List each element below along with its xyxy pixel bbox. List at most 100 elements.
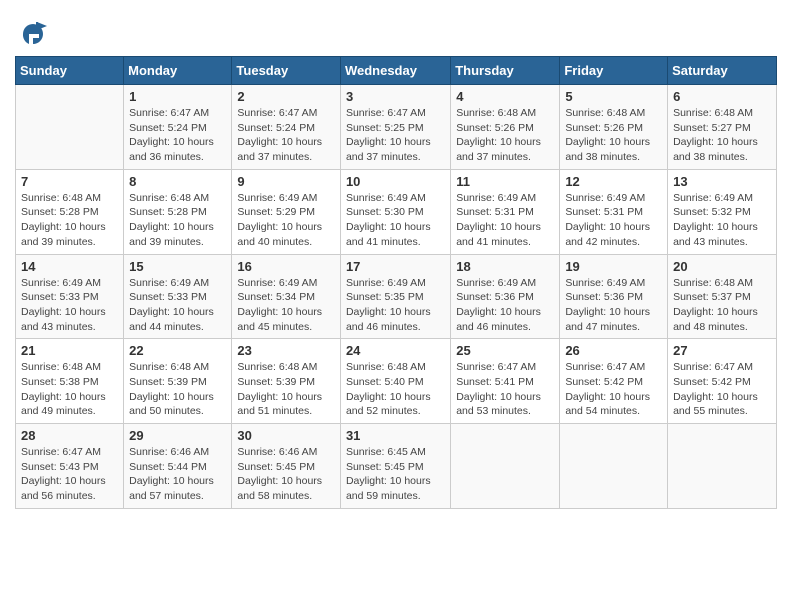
day-number: 23 [237,343,335,358]
header-day-tuesday: Tuesday [232,57,341,85]
calendar-cell: 15 Sunrise: 6:49 AM Sunset: 5:33 PM Dayli… [124,254,232,339]
day-number: 10 [346,174,445,189]
day-number: 15 [129,259,226,274]
day-number: 20 [673,259,771,274]
day-number: 18 [456,259,554,274]
calendar-cell: 14Sunrise: 6:49 AM Sunset: 5:33 PM Dayli… [16,254,124,339]
day-number: 29 [129,428,226,443]
day-number: 28 [21,428,118,443]
calendar-cell: 23 Sunrise: 6:48 AM Sunset: 5:39 PM Dayli… [232,339,341,424]
calendar-cell: 6Sunrise: 6:48 AM Sunset: 5:27 PM Daylig… [668,85,777,170]
header-day-thursday: Thursday [451,57,560,85]
calendar-cell: 18 Sunrise: 6:49 AM Sunset: 5:36 PM Dayli… [451,254,560,339]
calendar-cell: 24 Sunrise: 6:48 AM Sunset: 5:40 PM Dayli… [340,339,450,424]
calendar-cell: 20 Sunrise: 6:48 AM Sunset: 5:37 PM Dayli… [668,254,777,339]
calendar-header-row: SundayMondayTuesdayWednesdayThursdayFrid… [16,57,777,85]
calendar-cell: 3 Sunrise: 6:47 AM Sunset: 5:25 PM Daylig… [340,85,450,170]
day-number: 9 [237,174,335,189]
day-number: 3 [346,89,445,104]
day-info: Sunrise: 6:47 AM Sunset: 5:42 PM Dayligh… [565,360,662,419]
day-info: Sunrise: 6:49 AM Sunset: 5:30 PM Dayligh… [346,191,445,250]
header-day-wednesday: Wednesday [340,57,450,85]
logo [15,16,55,52]
day-info: Sunrise: 6:46 AM Sunset: 5:45 PM Dayligh… [237,445,335,504]
day-info: Sunrise: 6:49 AM Sunset: 5:34 PM Dayligh… [237,276,335,335]
day-info: Sunrise: 6:47 AM Sunset: 5:42 PM Dayligh… [673,360,771,419]
day-number: 12 [565,174,662,189]
day-info: Sunrise: 6:45 AM Sunset: 5:45 PM Dayligh… [346,445,445,504]
day-info: Sunrise: 6:48 AM Sunset: 5:26 PM Dayligh… [456,106,554,165]
day-info: Sunrise: 6:47 AM Sunset: 5:25 PM Dayligh… [346,106,445,165]
day-number: 2 [237,89,335,104]
calendar-cell: 30 Sunrise: 6:46 AM Sunset: 5:45 PM Dayli… [232,424,341,509]
calendar-cell: 28 Sunrise: 6:47 AM Sunset: 5:43 PM Dayli… [16,424,124,509]
calendar-cell: 5 Sunrise: 6:48 AM Sunset: 5:26 PM Daylig… [560,85,668,170]
calendar-week-4: 21 Sunrise: 6:48 AM Sunset: 5:38 PM Dayli… [16,339,777,424]
day-info: Sunrise: 6:48 AM Sunset: 5:39 PM Dayligh… [237,360,335,419]
day-info: Sunrise: 6:49 AM Sunset: 5:33 PM Dayligh… [129,276,226,335]
calendar-cell: 7Sunrise: 6:48 AM Sunset: 5:28 PM Daylig… [16,169,124,254]
calendar-cell: 9 Sunrise: 6:49 AM Sunset: 5:29 PM Daylig… [232,169,341,254]
day-number: 26 [565,343,662,358]
day-info: Sunrise: 6:48 AM Sunset: 5:26 PM Dayligh… [565,106,662,165]
calendar-week-3: 14 Sunrise: 6:49 AM Sunset: 5:33 PM Dayli… [16,254,777,339]
page-header [15,10,777,52]
calendar-cell: 27 Sunrise: 6:47 AM Sunset: 5:42 PM Dayli… [668,339,777,424]
calendar-cell: 31 Sunrise: 6:45 AM Sunset: 5:45 PM Dayli… [340,424,450,509]
calendar-cell: 13Sunrise: 6:49 AM Sunset: 5:32 PM Dayli… [668,169,777,254]
calendar-week-5: 28 Sunrise: 6:47 AM Sunset: 5:43 PM Dayli… [16,424,777,509]
day-number: 1 [129,89,226,104]
header-day-friday: Friday [560,57,668,85]
calendar-cell [451,424,560,509]
calendar-cell: 19Sunrise: 6:49 AM Sunset: 5:36 PM Dayli… [560,254,668,339]
day-info: Sunrise: 6:49 AM Sunset: 5:36 PM Dayligh… [456,276,554,335]
day-info: Sunrise: 6:49 AM Sunset: 5:29 PM Dayligh… [237,191,335,250]
day-info: Sunrise: 6:49 AM Sunset: 5:36 PM Dayligh… [565,276,662,335]
day-info: Sunrise: 6:47 AM Sunset: 5:41 PM Dayligh… [456,360,554,419]
day-info: Sunrise: 6:48 AM Sunset: 5:40 PM Dayligh… [346,360,445,419]
calendar-week-2: 7 Sunrise: 6:48 AM Sunset: 5:28 PM Daylig… [16,169,777,254]
day-number: 27 [673,343,771,358]
day-number: 25 [456,343,554,358]
calendar-cell: 1Sunrise: 6:47 AM Sunset: 5:24 PM Daylig… [124,85,232,170]
calendar-cell: 12Sunrise: 6:49 AM Sunset: 5:31 PM Dayli… [560,169,668,254]
day-number: 11 [456,174,554,189]
calendar-cell: 2 Sunrise: 6:47 AM Sunset: 5:24 PM Daylig… [232,85,341,170]
day-number: 7 [21,174,118,189]
calendar-cell: 21 Sunrise: 6:48 AM Sunset: 5:38 PM Dayli… [16,339,124,424]
day-info: Sunrise: 6:46 AM Sunset: 5:44 PM Dayligh… [129,445,226,504]
calendar-cell: 8 Sunrise: 6:48 AM Sunset: 5:28 PM Daylig… [124,169,232,254]
day-info: Sunrise: 6:49 AM Sunset: 5:35 PM Dayligh… [346,276,445,335]
calendar-cell: 22 Sunrise: 6:48 AM Sunset: 5:39 PM Dayli… [124,339,232,424]
calendar-cell [668,424,777,509]
day-number: 31 [346,428,445,443]
day-info: Sunrise: 6:48 AM Sunset: 5:38 PM Dayligh… [21,360,118,419]
day-number: 6 [673,89,771,104]
calendar-cell: 10 Sunrise: 6:49 AM Sunset: 5:30 PM Dayli… [340,169,450,254]
calendar-cell: 26 Sunrise: 6:47 AM Sunset: 5:42 PM Dayli… [560,339,668,424]
day-number: 14 [21,259,118,274]
day-info: Sunrise: 6:49 AM Sunset: 5:32 PM Dayligh… [673,191,771,250]
day-info: Sunrise: 6:48 AM Sunset: 5:37 PM Dayligh… [673,276,771,335]
calendar-cell: 29 Sunrise: 6:46 AM Sunset: 5:44 PM Dayli… [124,424,232,509]
calendar-cell: 11 Sunrise: 6:49 AM Sunset: 5:31 PM Dayli… [451,169,560,254]
day-number: 8 [129,174,226,189]
day-info: Sunrise: 6:47 AM Sunset: 5:24 PM Dayligh… [237,106,335,165]
day-info: Sunrise: 6:48 AM Sunset: 5:39 PM Dayligh… [129,360,226,419]
calendar-cell [16,85,124,170]
day-number: 30 [237,428,335,443]
day-number: 21 [21,343,118,358]
day-info: Sunrise: 6:49 AM Sunset: 5:31 PM Dayligh… [456,191,554,250]
header-day-sunday: Sunday [16,57,124,85]
day-number: 5 [565,89,662,104]
day-number: 24 [346,343,445,358]
day-info: Sunrise: 6:47 AM Sunset: 5:43 PM Dayligh… [21,445,118,504]
calendar-cell: 16 Sunrise: 6:49 AM Sunset: 5:34 PM Dayli… [232,254,341,339]
calendar-week-1: 1 Sunrise: 6:47 AM Sunset: 5:24 PM Daylig… [16,85,777,170]
day-number: 16 [237,259,335,274]
calendar-cell: 17Sunrise: 6:49 AM Sunset: 5:35 PM Dayli… [340,254,450,339]
calendar-cell: 4Sunrise: 6:48 AM Sunset: 5:26 PM Daylig… [451,85,560,170]
header-day-saturday: Saturday [668,57,777,85]
day-info: Sunrise: 6:48 AM Sunset: 5:28 PM Dayligh… [129,191,226,250]
day-number: 22 [129,343,226,358]
